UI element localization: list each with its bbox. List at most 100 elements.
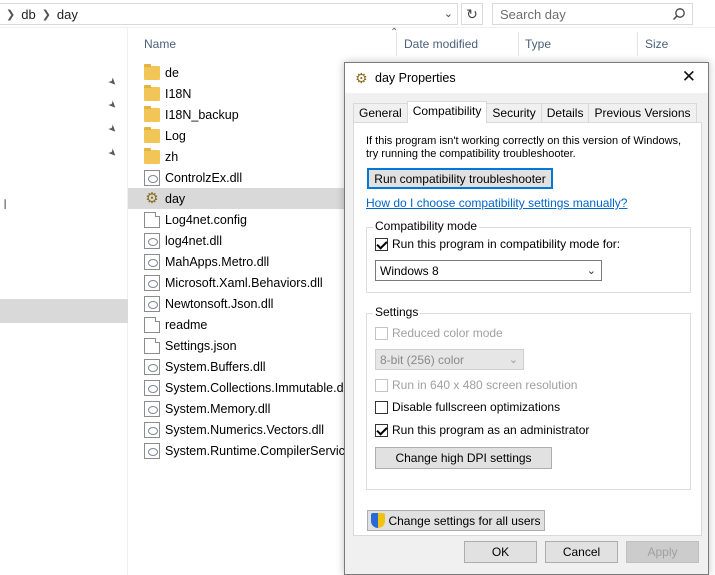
file-row[interactable]: readme [128,314,368,335]
high-dpi-button[interactable]: Change high DPI settings [375,447,552,469]
dialog-title: day Properties [375,71,456,85]
folder-icon [144,127,160,143]
file-name: System.Memory.dll [165,401,271,416]
dll-file-icon [144,442,160,459]
dll-file-icon [144,169,160,186]
tab-previous-versions[interactable]: Previous Versions [588,103,697,123]
run-admin-checkbox-row[interactable]: Run this program as an administrator [375,423,589,437]
pin-icon[interactable]: ➤ [105,147,119,161]
search-input[interactable]: Search day [492,3,693,25]
breadcrumb-item-day[interactable]: day [57,7,78,22]
file-row[interactable]: log4net.dll [128,230,368,251]
group-title: Compatibility mode [373,219,480,233]
disable-fullscreen-checkbox[interactable] [375,400,388,414]
reduced-color-label: Reduced color mode [392,326,503,340]
refresh-button[interactable]: ↻ [461,3,483,25]
breadcrumb-chevron-icon[interactable]: ❯ [6,8,15,21]
tab-general[interactable]: General [353,103,408,123]
tab-details[interactable]: Details [540,103,590,123]
reduced-color-checkbox-row[interactable]: Reduced color mode [375,326,503,340]
file-name: readme [165,317,208,332]
file-row[interactable]: Microsoft.Xaml.Behaviors.dll [128,272,368,293]
compat-mode-checkbox[interactable] [375,237,388,251]
file-row[interactable]: Log [128,125,368,146]
file-row[interactable]: System.Memory.dll [128,398,368,419]
disable-fullscreen-label: Disable fullscreen optimizations [392,400,561,414]
tab-strip: General Compatibility Security Details P… [353,101,697,123]
run-640-checkbox-row[interactable]: Run in 640 x 480 screen resolution [375,378,577,392]
column-header-type[interactable]: Type [525,37,551,51]
reduced-color-checkbox[interactable] [375,326,388,340]
close-icon[interactable]: ✕ [682,67,696,87]
file-row[interactable]: System.Collections.Immutable.dll [128,377,368,398]
file-row[interactable]: System.Buffers.dll [128,356,368,377]
run-640-checkbox[interactable] [375,378,388,392]
file-name: System.Numerics.Vectors.dll [165,422,325,437]
tab-security[interactable]: Security [486,103,542,123]
address-history-dropdown-icon[interactable]: ⌄ [444,7,453,20]
compat-mode-checkbox-row[interactable]: Run this program in compatibility mode f… [375,237,620,251]
breadcrumb-item-db[interactable]: db [21,7,35,22]
dll-file-icon [144,379,160,396]
file-row[interactable]: zh [128,146,368,167]
refresh-icon: ↻ [466,5,478,22]
apply-button[interactable]: Apply [626,541,699,563]
pin-icon[interactable]: ➤ [105,76,119,90]
uac-shield-icon [371,513,386,528]
dialog-title-bar[interactable]: ⚙ day Properties ✕ [345,63,708,93]
file-row[interactable]: Settings.json [128,335,368,356]
disable-fullscreen-checkbox-row[interactable]: Disable fullscreen optimizations [375,400,560,414]
run-troubleshooter-button[interactable]: Run compatibility troubleshooter [367,168,553,189]
app-gear-icon: ⚙ [355,70,368,86]
column-divider[interactable] [637,32,638,56]
os-select[interactable]: Windows 8 ⌄ [375,260,602,281]
address-bar[interactable]: ❯ db ❯ day ⌄ [0,3,458,25]
file-name: ControlzEx.dll [165,170,243,185]
file-name: de [165,65,179,80]
column-header-date-modified[interactable]: Date modified [404,37,478,51]
file-row[interactable]: Log4net.config [128,209,368,230]
file-row[interactable]: I18N [128,83,368,104]
intro-line: If this program isn't working correctly … [366,135,682,147]
chevron-down-icon: ⌄ [508,354,518,366]
file-row[interactable]: MahApps.Metro.dll [128,251,368,272]
file-row[interactable]: System.Numerics.Vectors.dll [128,419,368,440]
column-divider[interactable] [518,32,519,56]
file-name: System.Runtime.CompilerServices [165,443,359,458]
file-name: I18N [165,86,192,101]
file-row[interactable]: Newtonsoft.Json.dll [128,293,368,314]
pin-icon[interactable]: ➤ [105,123,119,137]
column-divider[interactable] [396,32,397,56]
compatibility-mode-group: Compatibility mode Run this program in c… [366,219,691,293]
intro-text: If this program isn't working correctly … [366,135,686,161]
navigation-pane[interactable]: ➤ ➤ ➤ ➤ ㅣ [0,28,128,575]
manual-settings-link[interactable]: How do I choose compatibility settings m… [366,196,627,210]
properties-dialog: ⚙ day Properties ✕ General Compatibility… [344,62,709,575]
file-row[interactable]: ControlzEx.dll [128,167,368,188]
folder-icon [144,148,160,164]
intro-line: try running the compatibility troublesho… [366,148,576,160]
dll-file-icon [144,295,160,312]
cancel-button[interactable]: Cancel [545,541,618,563]
file-row[interactable]: System.Runtime.CompilerServices [128,440,368,461]
column-header-name[interactable]: Name [144,37,176,51]
column-header-size[interactable]: Size [645,37,668,51]
file-row[interactable]: de [128,62,368,83]
change-all-users-button[interactable]: Change settings for all users [367,510,545,531]
document-icon [144,316,160,333]
color-depth-select[interactable]: 8-bit (256) color ⌄ [375,349,524,370]
file-row[interactable]: ⚙ day [128,188,368,209]
file-name: Log [165,128,186,143]
sort-ascending-icon: ⌃ [390,27,399,38]
file-row[interactable]: I18N_backup [128,104,368,125]
group-title: Settings [373,305,421,319]
nav-item-selected[interactable] [0,299,128,323]
settings-group: Settings Reduced color mode 8-bit (256) … [366,305,691,490]
breadcrumb-chevron-icon[interactable]: ❯ [42,8,51,21]
nav-item-label[interactable]: ㅣ [0,196,10,212]
pin-icon[interactable]: ➤ [105,99,119,113]
ok-button[interactable]: OK [464,541,537,563]
folder-icon [144,106,160,122]
tab-compatibility[interactable]: Compatibility [406,101,488,123]
run-admin-checkbox[interactable] [375,423,388,437]
